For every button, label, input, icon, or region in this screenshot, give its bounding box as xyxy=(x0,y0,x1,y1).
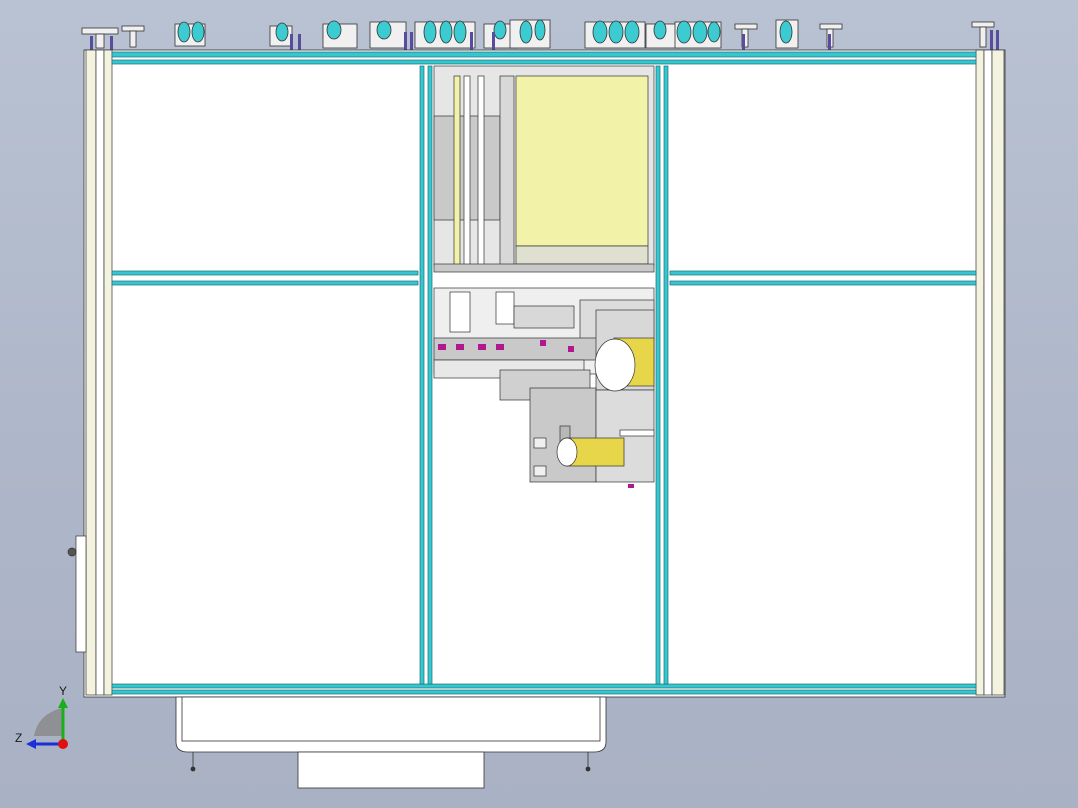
bottom-tray xyxy=(175,696,607,789)
z-axis-label: Z xyxy=(15,731,23,745)
y-axis-label: Y xyxy=(59,684,68,698)
left-side-control-box xyxy=(67,535,87,653)
cad-viewport[interactable]: Y Z xyxy=(0,0,1078,808)
top-caster-row xyxy=(81,19,999,50)
orientation-triad[interactable]: Y Z xyxy=(10,684,80,754)
x-axis-dot-icon xyxy=(58,739,68,749)
triad-arc-icon xyxy=(34,708,62,736)
cad-model-drawing xyxy=(67,19,1006,789)
central-upper-module xyxy=(433,65,655,273)
